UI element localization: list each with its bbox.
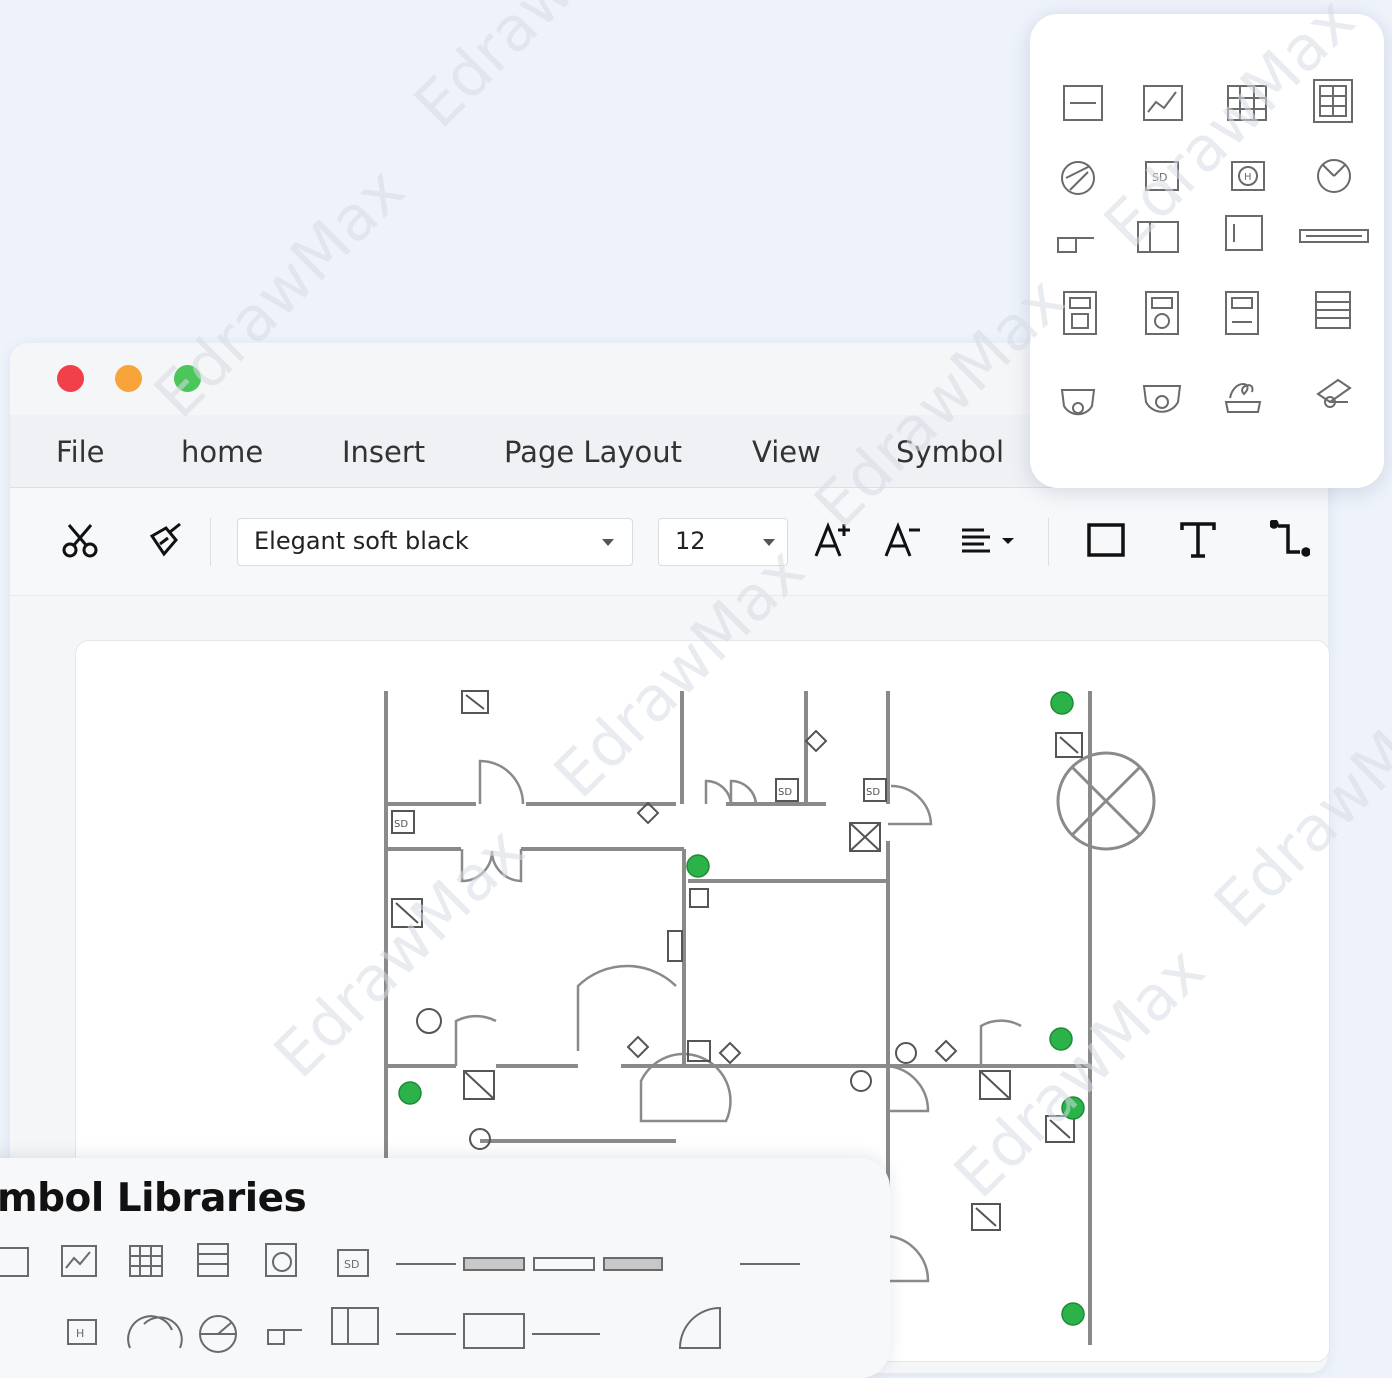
- minimize-button[interactable]: [115, 365, 142, 392]
- symbol-libraries-panel: mbol Libraries SD H: [0, 1158, 890, 1378]
- svg-text:SD: SD: [866, 787, 880, 798]
- connector-icon[interactable]: [1268, 518, 1312, 562]
- speaker-icon[interactable]: [265, 1243, 297, 1277]
- ptz-camera-icon[interactable]: [1142, 385, 1182, 413]
- zoom-button[interactable]: [174, 365, 201, 392]
- svg-text:SD: SD: [1152, 171, 1167, 184]
- graph-panel-icon[interactable]: [61, 1245, 97, 1277]
- smoke-detector-icon[interactable]: SD: [337, 1249, 369, 1277]
- align-left-icon[interactable]: [956, 518, 1020, 562]
- grid-panel-icon[interactable]: [129, 1245, 163, 1277]
- svg-text:H: H: [1244, 172, 1252, 183]
- font-size-value: 12: [675, 527, 706, 555]
- text-icon[interactable]: [1176, 518, 1220, 562]
- coil-icon[interactable]: [1224, 383, 1262, 413]
- control-box-icon[interactable]: [1225, 215, 1263, 251]
- heat-detector-icon[interactable]: H: [67, 1319, 97, 1345]
- keypad-card-icon[interactable]: [1063, 291, 1097, 335]
- toolbar: Elegant soft black 12: [10, 488, 1328, 596]
- close-button[interactable]: [57, 365, 84, 392]
- speaker-icon[interactable]: [199, 1315, 237, 1353]
- dome-camera-icon[interactable]: [1060, 389, 1096, 416]
- control-box-icon[interactable]: [396, 1306, 721, 1349]
- menu-page-layout[interactable]: Page Layout: [504, 435, 682, 469]
- watermark: EdrawMax: [400, 0, 679, 142]
- font-decrease-icon[interactable]: [880, 518, 924, 562]
- keypad-icon[interactable]: [197, 1243, 229, 1277]
- font-size-select[interactable]: 12: [658, 518, 788, 566]
- menu-home[interactable]: home: [181, 435, 263, 469]
- chevron-down-icon: [763, 539, 775, 546]
- strip-panel-icon[interactable]: [1315, 291, 1351, 329]
- sounder-icon[interactable]: [127, 1315, 183, 1349]
- chevron-down-icon: [602, 539, 614, 546]
- brush-icon[interactable]: [144, 518, 188, 562]
- sounder-icon[interactable]: [1317, 159, 1351, 193]
- grid-panel-icon[interactable]: [1227, 85, 1267, 121]
- switch-icon[interactable]: [1057, 237, 1094, 253]
- reader-icon[interactable]: [1225, 291, 1259, 335]
- scissors-icon[interactable]: [58, 518, 102, 562]
- svg-text:SD: SD: [394, 819, 408, 830]
- switch-icon[interactable]: [267, 1329, 302, 1345]
- toolbar-separator: [1048, 518, 1049, 566]
- keypad-icon[interactable]: [1313, 79, 1353, 123]
- beam-icon[interactable]: [1299, 229, 1369, 243]
- rectangle-icon[interactable]: [1084, 518, 1128, 562]
- smoke-detector-icon[interactable]: SD: [1145, 161, 1179, 191]
- door-contact-icon[interactable]: [331, 1307, 379, 1345]
- bullet-camera-icon[interactable]: [1316, 378, 1352, 408]
- panel-icon[interactable]: [1063, 85, 1103, 121]
- toolbar-separator: [210, 518, 211, 566]
- font-family-value: Elegant soft black: [254, 527, 469, 555]
- menu-view[interactable]: View: [752, 435, 821, 469]
- beam-icon[interactable]: [396, 1257, 800, 1271]
- panel-icon[interactable]: [0, 1247, 29, 1277]
- speaker-icon[interactable]: [1061, 161, 1095, 195]
- svg-text:H: H: [76, 1327, 84, 1340]
- menu-symbol[interactable]: Symbol: [896, 435, 1004, 469]
- menu-file[interactable]: File: [56, 435, 105, 469]
- symbol-panel: SD H: [1030, 14, 1384, 488]
- door-contact-icon[interactable]: [1137, 221, 1179, 253]
- heat-detector-icon[interactable]: H: [1231, 161, 1265, 191]
- svg-text:SD: SD: [344, 1258, 359, 1271]
- font-family-select[interactable]: Elegant soft black: [237, 518, 633, 566]
- font-increase-icon[interactable]: [810, 518, 854, 562]
- menu-insert[interactable]: Insert: [342, 435, 425, 469]
- graph-panel-icon[interactable]: [1143, 85, 1183, 121]
- intercom-icon[interactable]: [1145, 291, 1179, 335]
- svg-text:SD: SD: [778, 787, 792, 798]
